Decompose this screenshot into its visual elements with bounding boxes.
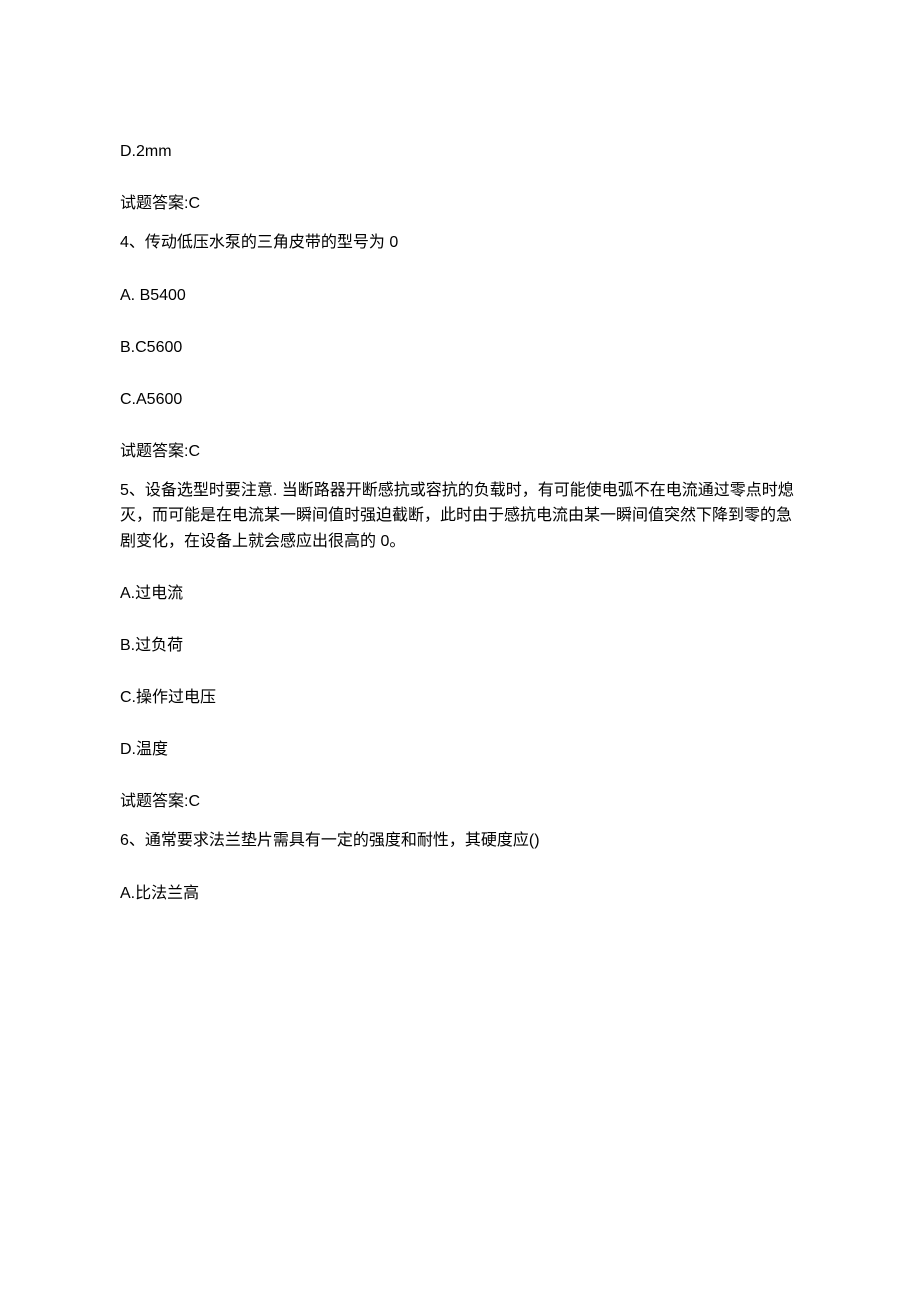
answer-line-3: 试题答案:C	[120, 790, 800, 814]
answer-text: 试题答案:C	[120, 443, 200, 460]
question-text: 4、传动低压水泵的三角皮带的型号为 0	[120, 234, 398, 251]
option-text: C.操作过电压	[120, 689, 216, 706]
question-4: 4、传动低压水泵的三角皮带的型号为 0	[120, 230, 800, 256]
answer-line-2: 试题答案:C	[120, 440, 800, 464]
answer-text: 试题答案:C	[120, 793, 200, 810]
option-a-b5400: A. B5400	[120, 284, 800, 308]
option-a-overcurrent: A.过电流	[120, 582, 800, 606]
option-text: D.温度	[120, 741, 168, 758]
question-text: 5、设备选型时要注意. 当断路器开断感抗或容抗的负载时，有可能使电弧不在电流通过…	[120, 482, 794, 550]
option-text: D.2mm	[120, 143, 172, 160]
option-text: A.过电流	[120, 585, 183, 602]
option-b-overload: B.过负荷	[120, 634, 800, 658]
option-text: B.过负荷	[120, 637, 183, 654]
option-d-temperature: D.温度	[120, 738, 800, 762]
option-d-2mm: D.2mm	[120, 140, 800, 164]
answer-text: 试题答案:C	[120, 195, 200, 212]
answer-line-1: 试题答案:C	[120, 192, 800, 216]
option-c-overvoltage: C.操作过电压	[120, 686, 800, 710]
option-b-c5600: B.C5600	[120, 336, 800, 360]
option-c-a5600: C.A5600	[120, 388, 800, 412]
option-text: C.A5600	[120, 391, 182, 408]
option-text: B.C5600	[120, 339, 182, 356]
option-a-higher-than-flange: A.比法兰高	[120, 882, 800, 906]
option-text: A. B5400	[120, 287, 186, 304]
question-6: 6、通常要求法兰垫片需具有一定的强度和耐性，其硬度应()	[120, 828, 800, 854]
question-text: 6、通常要求法兰垫片需具有一定的强度和耐性，其硬度应()	[120, 832, 540, 849]
option-text: A.比法兰高	[120, 885, 199, 902]
question-5: 5、设备选型时要注意. 当断路器开断感抗或容抗的负载时，有可能使电弧不在电流通过…	[120, 478, 800, 555]
